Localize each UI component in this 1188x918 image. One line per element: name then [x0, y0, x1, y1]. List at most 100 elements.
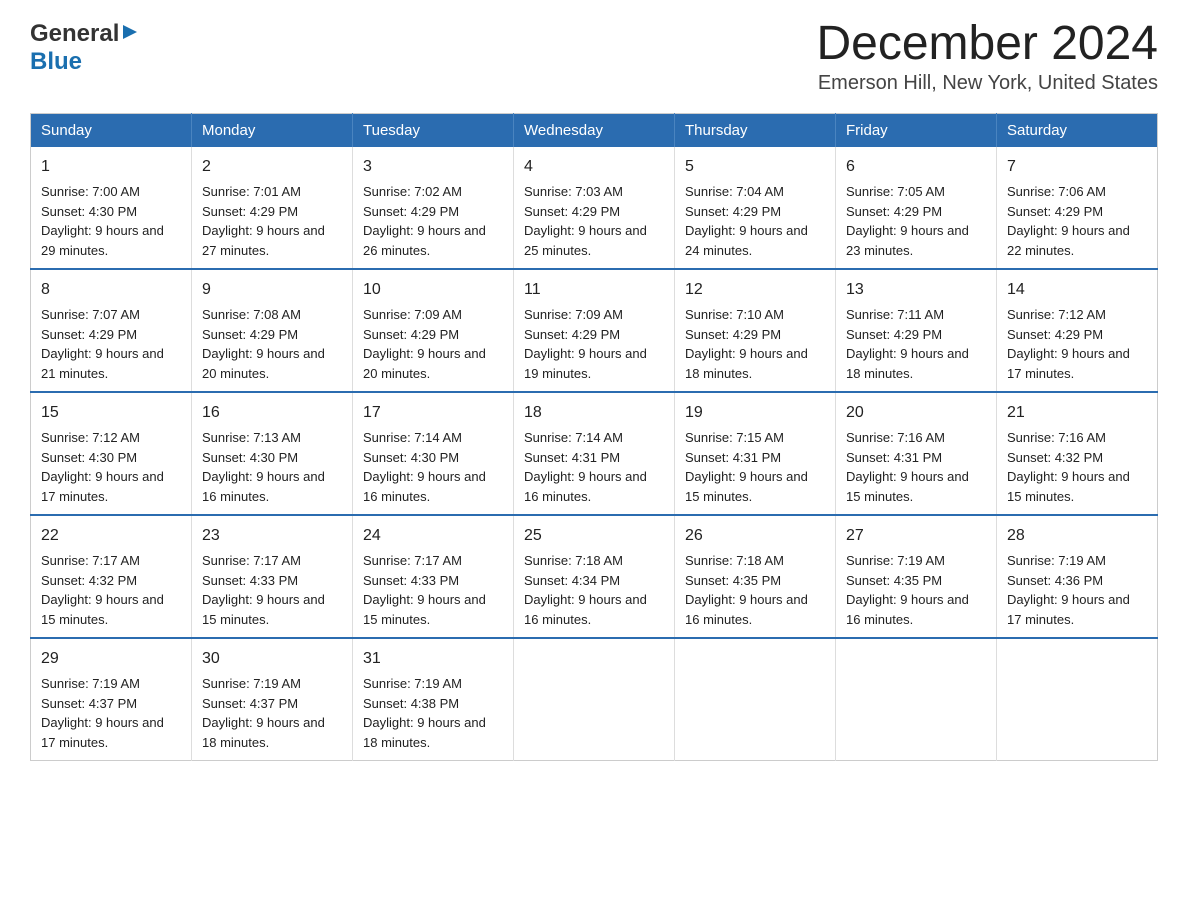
sunset-info: Sunset: 4:38 PM — [363, 696, 459, 711]
calendar-header-tuesday: Tuesday — [353, 114, 514, 148]
day-number: 20 — [846, 401, 986, 425]
sunrise-info: Sunrise: 7:03 AM — [524, 184, 623, 199]
sunset-info: Sunset: 4:29 PM — [524, 204, 620, 219]
daylight-info: Daylight: 9 hours and 29 minutes. — [41, 223, 164, 258]
sunset-info: Sunset: 4:29 PM — [685, 204, 781, 219]
daylight-info: Daylight: 9 hours and 25 minutes. — [524, 223, 647, 258]
daylight-info: Daylight: 9 hours and 15 minutes. — [363, 592, 486, 627]
calendar-cell: 17Sunrise: 7:14 AMSunset: 4:30 PMDayligh… — [353, 392, 514, 515]
daylight-info: Daylight: 9 hours and 19 minutes. — [524, 346, 647, 381]
daylight-info: Daylight: 9 hours and 15 minutes. — [202, 592, 325, 627]
sunset-info: Sunset: 4:29 PM — [685, 327, 781, 342]
day-number: 24 — [363, 524, 503, 548]
page-header: General Blue December 2024 Emerson Hill,… — [30, 20, 1158, 95]
sunrise-info: Sunrise: 7:18 AM — [685, 553, 784, 568]
daylight-info: Daylight: 9 hours and 17 minutes. — [41, 715, 164, 750]
daylight-info: Daylight: 9 hours and 16 minutes. — [202, 469, 325, 504]
day-number: 16 — [202, 401, 342, 425]
sunrise-info: Sunrise: 7:06 AM — [1007, 184, 1106, 199]
daylight-info: Daylight: 9 hours and 17 minutes. — [1007, 346, 1130, 381]
sunset-info: Sunset: 4:35 PM — [846, 573, 942, 588]
sunrise-info: Sunrise: 7:07 AM — [41, 307, 140, 322]
sunrise-info: Sunrise: 7:09 AM — [363, 307, 462, 322]
daylight-info: Daylight: 9 hours and 18 minutes. — [363, 715, 486, 750]
day-number: 2 — [202, 155, 342, 179]
calendar-cell: 5Sunrise: 7:04 AMSunset: 4:29 PMDaylight… — [675, 147, 836, 269]
daylight-info: Daylight: 9 hours and 18 minutes. — [202, 715, 325, 750]
calendar-week-4: 22Sunrise: 7:17 AMSunset: 4:32 PMDayligh… — [31, 515, 1158, 638]
calendar-cell: 19Sunrise: 7:15 AMSunset: 4:31 PMDayligh… — [675, 392, 836, 515]
day-number: 21 — [1007, 401, 1147, 425]
calendar-week-1: 1Sunrise: 7:00 AMSunset: 4:30 PMDaylight… — [31, 147, 1158, 269]
calendar-header-saturday: Saturday — [997, 114, 1158, 148]
calendar-cell: 28Sunrise: 7:19 AMSunset: 4:36 PMDayligh… — [997, 515, 1158, 638]
sunset-info: Sunset: 4:29 PM — [846, 327, 942, 342]
calendar-week-5: 29 Sunrise: 7:19 AM Sunset: 4:37 PM Dayligh… — [31, 638, 1158, 761]
day-number: 10 — [363, 278, 503, 302]
sunset-info: Sunset: 4:31 PM — [685, 450, 781, 465]
daylight-info: Daylight: 9 hours and 20 minutes. — [363, 346, 486, 381]
sunrise-info: Sunrise: 7:09 AM — [524, 307, 623, 322]
sunrise-info: Sunrise: 7:10 AM — [685, 307, 784, 322]
sunrise-info: Sunrise: 7:19 AM — [202, 676, 301, 691]
calendar-header-thursday: Thursday — [675, 114, 836, 148]
calendar-header-monday: Monday — [192, 114, 353, 148]
daylight-info: Daylight: 9 hours and 16 minutes. — [363, 469, 486, 504]
sunset-info: Sunset: 4:35 PM — [685, 573, 781, 588]
calendar-cell: 24 Sunrise: 7:17 AM Sunset: 4:33 PM Dayligh… — [353, 515, 514, 638]
day-number: 1 — [41, 155, 181, 179]
sunset-info: Sunset: 4:37 PM — [202, 696, 298, 711]
month-title: December 2024 — [816, 20, 1158, 68]
sunset-info: Sunset: 4:32 PM — [1007, 450, 1103, 465]
daylight-info: Daylight: 9 hours and 16 minutes. — [685, 592, 808, 627]
calendar-cell: 10Sunrise: 7:09 AMSunset: 4:29 PMDayligh… — [353, 269, 514, 392]
sunrise-info: Sunrise: 7:15 AM — [685, 430, 784, 445]
calendar-cell: 18Sunrise: 7:14 AMSunset: 4:31 PMDayligh… — [514, 392, 675, 515]
day-number: 25 — [524, 524, 664, 548]
sunset-info: Sunset: 4:29 PM — [1007, 204, 1103, 219]
sunrise-info: Sunrise: 7:17 AM — [363, 553, 462, 568]
daylight-info: Daylight: 9 hours and 22 minutes. — [1007, 223, 1130, 258]
daylight-info: Daylight: 9 hours and 15 minutes. — [846, 469, 969, 504]
logo: General Blue — [30, 20, 139, 76]
calendar-cell: 22Sunrise: 7:17 AMSunset: 4:32 PMDayligh… — [31, 515, 192, 638]
daylight-info: Daylight: 9 hours and 17 minutes. — [1007, 592, 1130, 627]
day-number: 4 — [524, 155, 664, 179]
day-number: 18 — [524, 401, 664, 425]
day-number: 5 — [685, 155, 825, 179]
calendar-cell: 12 Sunrise: 7:10 AM Sunset: 4:29 PM Dayligh… — [675, 269, 836, 392]
day-number: 13 — [846, 278, 986, 302]
sunrise-info: Sunrise: 7:02 AM — [363, 184, 462, 199]
day-number: 12 — [685, 278, 825, 302]
daylight-info: Daylight: 9 hours and 15 minutes. — [1007, 469, 1130, 504]
sunrise-info: Sunrise: 7:16 AM — [846, 430, 945, 445]
sunset-info: Sunset: 4:30 PM — [363, 450, 459, 465]
daylight-info: Daylight: 9 hours and 15 minutes. — [685, 469, 808, 504]
sunset-info: Sunset: 4:29 PM — [846, 204, 942, 219]
calendar-cell: 13Sunrise: 7:11 AMSunset: 4:29 PMDayligh… — [836, 269, 997, 392]
calendar-week-2: 8Sunrise: 7:07 AMSunset: 4:29 PMDaylight… — [31, 269, 1158, 392]
calendar-cell: 8Sunrise: 7:07 AMSunset: 4:29 PMDaylight… — [31, 269, 192, 392]
sunrise-info: Sunrise: 7:17 AM — [41, 553, 140, 568]
calendar-cell: 25Sunrise: 7:18 AMSunset: 4:34 PMDayligh… — [514, 515, 675, 638]
sunrise-info: Sunrise: 7:12 AM — [1007, 307, 1106, 322]
sunset-info: Sunset: 4:31 PM — [846, 450, 942, 465]
daylight-info: Daylight: 9 hours and 16 minutes. — [524, 592, 647, 627]
day-number: 14 — [1007, 278, 1147, 302]
daylight-info: Daylight: 9 hours and 18 minutes. — [685, 346, 808, 381]
calendar-header-sunday: Sunday — [31, 114, 192, 148]
day-number: 31 — [363, 647, 503, 671]
sunset-info: Sunset: 4:29 PM — [363, 204, 459, 219]
sunset-info: Sunset: 4:33 PM — [363, 573, 459, 588]
calendar-cell: 7Sunrise: 7:06 AMSunset: 4:29 PMDaylight… — [997, 147, 1158, 269]
daylight-info: Daylight: 9 hours and 27 minutes. — [202, 223, 325, 258]
daylight-info: Daylight: 9 hours and 17 minutes. — [41, 469, 164, 504]
sunset-info: Sunset: 4:29 PM — [202, 204, 298, 219]
calendar-cell: 1Sunrise: 7:00 AMSunset: 4:30 PMDaylight… — [31, 147, 192, 269]
sunset-info: Sunset: 4:29 PM — [1007, 327, 1103, 342]
day-number: 27 — [846, 524, 986, 548]
day-number: 29 — [41, 647, 181, 671]
daylight-info: Daylight: 9 hours and 20 minutes. — [202, 346, 325, 381]
calendar-cell: 2Sunrise: 7:01 AMSunset: 4:29 PMDaylight… — [192, 147, 353, 269]
calendar-cell: 23Sunrise: 7:17 AMSunset: 4:33 PMDayligh… — [192, 515, 353, 638]
